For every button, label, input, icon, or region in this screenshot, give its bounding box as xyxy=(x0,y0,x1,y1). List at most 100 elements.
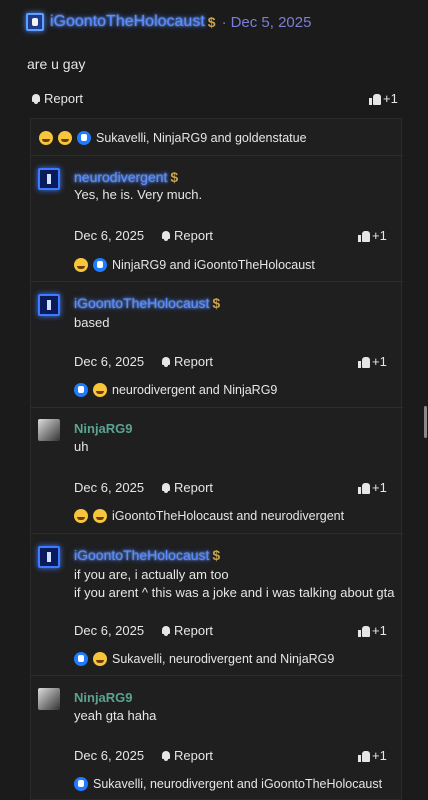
comment-like-button[interactable]: +1 xyxy=(358,228,387,243)
post-reactions[interactable]: Sukavelli, NinjaRG9 and goldenstatue xyxy=(39,131,307,145)
like-count: +1 xyxy=(383,91,398,106)
comment-author-name[interactable]: NinjaRG9 xyxy=(74,690,133,705)
comment: iGoontoTheHolocaust $ based Dec 6, 2025 … xyxy=(31,281,403,407)
post-date: Dec 5, 2025 xyxy=(230,13,312,31)
like-count: +1 xyxy=(372,480,387,495)
comment-author-name[interactable]: NinjaRG9 xyxy=(74,421,133,436)
comment-text: based xyxy=(74,315,110,330)
comment-date: Dec 6, 2025 xyxy=(74,623,145,638)
post-like-button[interactable]: +1 xyxy=(369,91,398,106)
comment-author-avatar[interactable] xyxy=(38,294,60,316)
comment-text: if you arent ^ this was a joke and i was… xyxy=(74,585,395,600)
thumbs-up-icon xyxy=(358,750,370,762)
comment-reactions[interactable]: NinjaRG9 and iGoontoTheHolocaust xyxy=(74,258,315,272)
reply-thread: Sukavelli, NinjaRG9 and goldenstatue neu… xyxy=(30,118,403,800)
comment-date: Dec 6, 2025 xyxy=(74,480,145,495)
reactions-text: neurodivergent and NinjaRG9 xyxy=(112,383,278,397)
laugh-reaction-icon xyxy=(39,131,53,145)
comment-author[interactable]: NinjaRG9 xyxy=(74,690,133,705)
comment-like-button[interactable]: +1 xyxy=(358,480,387,495)
comment-report-button[interactable]: Report xyxy=(161,480,213,495)
comment-report-button[interactable]: Report xyxy=(161,623,213,638)
thumbs-up-icon xyxy=(358,230,370,242)
bell-icon xyxy=(161,230,171,241)
reactions-text: NinjaRG9 and iGoontoTheHolocaust xyxy=(112,258,315,272)
comment-like-button[interactable]: +1 xyxy=(358,623,387,638)
comment-author[interactable]: iGoontoTheHolocaust $ xyxy=(74,295,220,311)
wink-reaction-icon xyxy=(93,509,107,523)
reactions-text: Sukavelli, NinjaRG9 and goldenstatue xyxy=(96,131,307,145)
post-header: iGoontoTheHolocaust $ · Dec 5, 2025 xyxy=(26,10,311,34)
comment: iGoontoTheHolocaust $ if you are, i actu… xyxy=(31,533,403,677)
thumbs-up-icon xyxy=(358,482,370,494)
report-label: Report xyxy=(174,480,214,495)
comment-reactions[interactable]: Sukavelli, neurodivergent and NinjaRG9 xyxy=(74,652,334,666)
shock-reaction-icon xyxy=(58,131,72,145)
like-reaction-icon xyxy=(74,652,88,666)
comment-text: if you are, i actually am too xyxy=(74,567,229,582)
comment: NinjaRG9 yeah gta haha Dec 6, 2025 Repor… xyxy=(31,675,403,800)
comment-text: yeah gta haha xyxy=(74,708,157,723)
comment: NinjaRG9 uh Dec 6, 2025 Report +1 iGoont… xyxy=(31,407,403,533)
comment-author-avatar[interactable] xyxy=(38,546,60,568)
bell-icon xyxy=(161,356,171,367)
comment-date: Dec 6, 2025 xyxy=(74,228,145,243)
comment-like-button[interactable]: +1 xyxy=(358,748,387,763)
report-label: Report xyxy=(44,91,84,106)
comment-reactions[interactable]: Sukavelli, neurodivergent and iGoontoThe… xyxy=(74,777,382,791)
thumbs-up-icon xyxy=(369,93,381,105)
like-reaction-icon xyxy=(77,131,91,145)
comment-text: uh xyxy=(74,439,89,454)
nerd-reaction-icon xyxy=(74,509,88,523)
like-reaction-icon xyxy=(93,258,107,272)
bell-icon xyxy=(161,625,171,636)
bell-icon xyxy=(31,93,41,104)
comment-author-name[interactable]: iGoontoTheHolocaust xyxy=(74,295,209,311)
comment-report-button[interactable]: Report xyxy=(161,354,213,369)
comment-author-name[interactable]: neurodivergent xyxy=(74,169,167,185)
bell-icon xyxy=(161,750,171,761)
separator-dot: · xyxy=(221,13,227,31)
reactions-text: Sukavelli, neurodivergent and iGoontoThe… xyxy=(93,777,383,791)
bell-icon xyxy=(161,482,171,493)
like-reaction-icon xyxy=(74,777,88,791)
comment-text: Yes, he is. Very much. xyxy=(74,187,203,202)
comment-author-avatar[interactable] xyxy=(38,688,60,710)
reactions-text: Sukavelli, neurodivergent and NinjaRG9 xyxy=(112,652,335,666)
report-label: Report xyxy=(174,228,214,243)
comment-author[interactable]: NinjaRG9 xyxy=(74,421,133,436)
post-author-name[interactable]: iGoontoTheHolocaust xyxy=(50,13,205,31)
comment-date: Dec 6, 2025 xyxy=(74,748,145,763)
comment-like-button[interactable]: +1 xyxy=(358,354,387,369)
money-badge-icon: $ xyxy=(170,169,179,185)
thumbs-up-icon xyxy=(358,356,370,368)
comment-report-button[interactable]: Report xyxy=(161,748,213,763)
like-count: +1 xyxy=(372,228,387,243)
comment-author-avatar[interactable] xyxy=(38,168,60,190)
post-author-avatar[interactable] xyxy=(26,13,44,31)
money-badge-icon: $ xyxy=(212,547,221,563)
comment: neurodivergent $ Yes, he is. Very much. … xyxy=(31,155,403,285)
comment-reactions[interactable]: iGoontoTheHolocaust and neurodivergent xyxy=(74,509,344,523)
report-label: Report xyxy=(174,354,214,369)
laugh-reaction-icon xyxy=(93,652,107,666)
scrollbar-thumb[interactable] xyxy=(424,406,427,438)
reactions-text: iGoontoTheHolocaust and neurodivergent xyxy=(112,509,345,523)
like-count: +1 xyxy=(372,354,387,369)
money-badge-icon: $ xyxy=(212,295,221,311)
comment-reactions[interactable]: neurodivergent and NinjaRG9 xyxy=(74,383,277,397)
comment-author[interactable]: iGoontoTheHolocaust $ xyxy=(74,547,220,563)
comment-author-avatar[interactable] xyxy=(38,419,60,441)
like-count: +1 xyxy=(372,748,387,763)
comment-author-name[interactable]: iGoontoTheHolocaust xyxy=(74,547,209,563)
like-reaction-icon xyxy=(74,383,88,397)
confused-reaction-icon xyxy=(74,258,88,272)
laugh-reaction-icon xyxy=(93,383,107,397)
thumbs-up-icon xyxy=(358,625,370,637)
like-count: +1 xyxy=(372,623,387,638)
money-badge-icon: $ xyxy=(207,14,216,30)
post-report-button[interactable]: Report xyxy=(31,91,83,106)
comment-report-button[interactable]: Report xyxy=(161,228,213,243)
post-body: are u gay xyxy=(27,56,86,72)
comment-author[interactable]: neurodivergent $ xyxy=(74,169,178,185)
